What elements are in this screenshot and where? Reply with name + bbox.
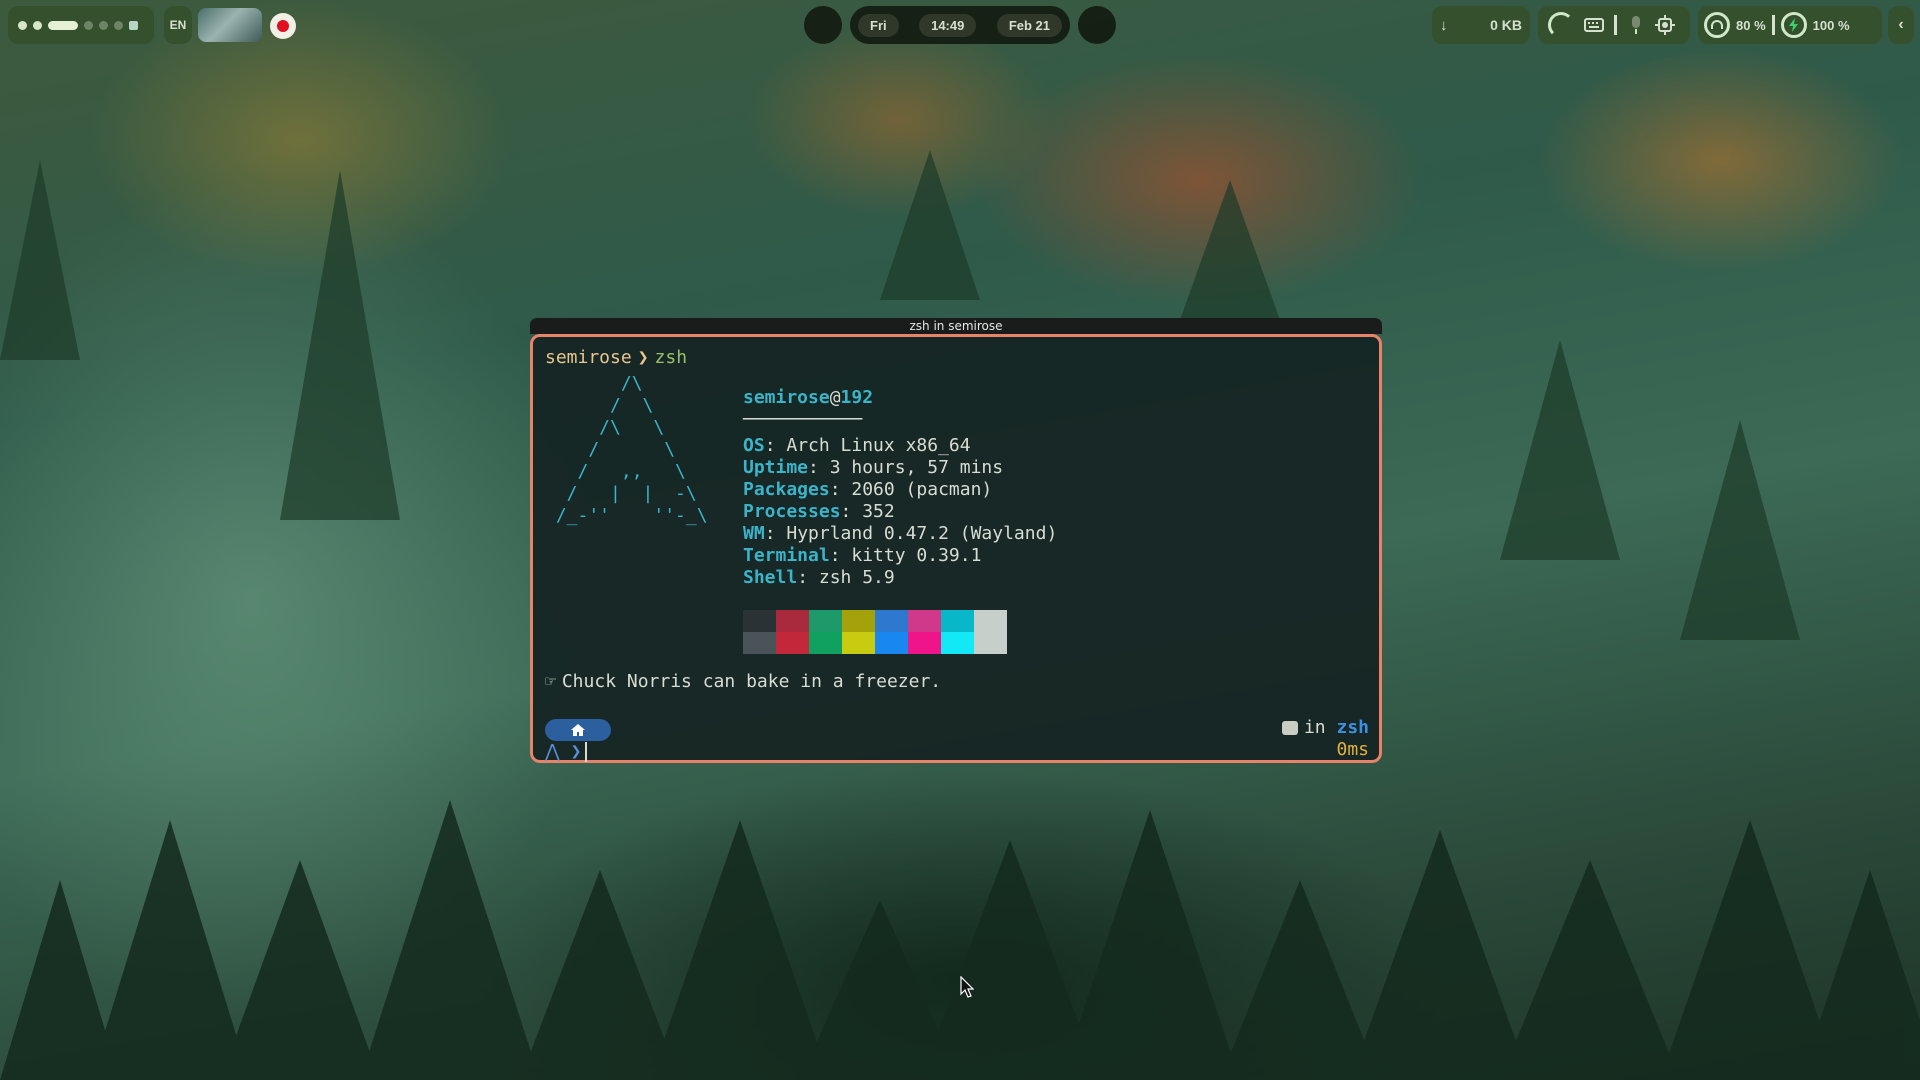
headphones-icon (1704, 12, 1730, 38)
system-tray[interactable] (1538, 6, 1690, 44)
rprompt-shell: zsh (1336, 717, 1369, 738)
palette-swatch (974, 632, 1007, 654)
palette-swatch (908, 632, 941, 654)
clock-date: Feb 21 (996, 13, 1062, 37)
keyboard-icon[interactable] (1584, 18, 1604, 32)
info-wm: WM: Hyprland 0.47.2 (Wayland) (743, 523, 1058, 544)
workspace-dot[interactable] (99, 20, 108, 30)
info-packages: Packages: 2060 (pacman) (743, 479, 993, 500)
cwd-shell: zsh (654, 347, 688, 368)
settings-icon[interactable] (1655, 15, 1675, 35)
hand-pointer-icon: ☞ (545, 671, 556, 692)
prompt-arrow-icon: ❯ (637, 347, 649, 368)
palette-swatch (941, 632, 974, 654)
palette-swatch (842, 610, 875, 632)
fortune-line: ☞ Chuck Norris can bake in a freezer. (545, 671, 941, 693)
host-rule: ─────────── (743, 409, 863, 430)
mouse-cursor-icon (960, 976, 974, 998)
info-os: OS: Arch Linux x86_64 (743, 435, 971, 456)
terminal-icon (1281, 721, 1298, 735)
chevron-left-icon[interactable]: ‹ (1888, 6, 1914, 44)
palette-swatch (743, 610, 776, 632)
color-palette (743, 610, 1007, 654)
window-title: zsh in semirose (530, 318, 1382, 334)
palette-swatch (776, 610, 809, 632)
clock-widget[interactable]: Fri 14:49 Feb 21 (850, 6, 1070, 44)
workspace-dot[interactable] (18, 20, 27, 30)
palette-swatch (809, 610, 842, 632)
fortune-text: Chuck Norris can bake in a freezer. (561, 671, 942, 692)
info-shell: Shell: zsh 5.9 (743, 567, 895, 588)
palette-swatch (743, 632, 776, 654)
input-prompt[interactable]: ⋀ ❯ (545, 741, 588, 763)
terminal-body[interactable]: semirose ❯ zsh /\ / \ /\ \ / \ / ,, \ / | … (530, 334, 1382, 763)
clock-time: 14:49 (919, 13, 977, 37)
keyboard-layout[interactable]: EN (164, 6, 192, 44)
cwd-line: semirose ❯ zsh (545, 347, 1367, 369)
status-widget[interactable]: 80 % 100 % (1698, 6, 1882, 44)
host-user: semirose (743, 387, 830, 408)
workspace-active[interactable] (48, 20, 78, 30)
info-processes: Processes: 352 (743, 501, 895, 522)
host-line: semirose@192 (743, 387, 1057, 409)
rprompt-in: in (1303, 717, 1326, 738)
workspace-indicator[interactable] (8, 6, 154, 44)
battery-level: 100 % (1812, 17, 1850, 33)
terminal-window[interactable]: zsh in semirose semirose ❯ zsh /\ / \ /\ \… (530, 318, 1382, 763)
record-button[interactable] (270, 13, 296, 39)
palette-swatch (809, 632, 842, 654)
info-uptime: Uptime: 3 hours, 57 mins (743, 457, 1004, 478)
separator (1614, 15, 1617, 35)
window-preview-thumbnail[interactable] (198, 8, 262, 42)
cwd-user: semirose (545, 347, 632, 368)
download-arrow-icon: ↓ (1440, 16, 1448, 34)
home-directory-badge (545, 719, 611, 741)
right-circle-button[interactable] (1078, 6, 1116, 44)
record-icon (277, 20, 289, 32)
volume-level: 80 % (1736, 17, 1766, 33)
palette-swatch (974, 610, 1007, 632)
palette-swatch (908, 610, 941, 632)
arch-logo-ascii: /\ / \ /\ \ / \ / ,, \ / | | -\ /_-'' ''… (555, 373, 708, 526)
microphone-icon[interactable] (1627, 14, 1645, 36)
command-duration: 0ms (1336, 739, 1369, 760)
palette-swatch (875, 632, 908, 654)
workspace-dot[interactable] (84, 20, 93, 30)
workspace-dot[interactable] (114, 20, 123, 30)
clock-day: Fri (858, 13, 899, 37)
host-name: 192 (840, 387, 874, 408)
system-info: semirose@192 ─────────── OS: Arch Linux … (743, 387, 1057, 589)
palette-swatch (875, 610, 908, 632)
separator (1771, 15, 1775, 35)
prompt-chevron-icon: ❯ (570, 741, 582, 762)
home-icon (571, 724, 585, 736)
palette-swatch (941, 610, 974, 632)
palette-swatch (776, 632, 809, 654)
network-speed: 0 KB (1490, 17, 1522, 33)
right-prompt: in zsh 0ms (1281, 717, 1369, 761)
network-speed-widget[interactable]: ↓ 0 KB (1432, 6, 1530, 44)
night-mode-icon[interactable] (1548, 12, 1574, 38)
palette-swatch (842, 632, 875, 654)
battery-bolt-icon (1780, 12, 1807, 38)
workspace-special[interactable] (129, 20, 138, 30)
host-at: @ (829, 387, 841, 408)
text-cursor[interactable] (585, 742, 588, 762)
arch-prompt-icon: ⋀ (545, 741, 560, 762)
info-terminal: Terminal: kitty 0.39.1 (743, 545, 982, 566)
left-circle-button[interactable] (804, 6, 842, 44)
workspace-dot[interactable] (33, 20, 42, 30)
